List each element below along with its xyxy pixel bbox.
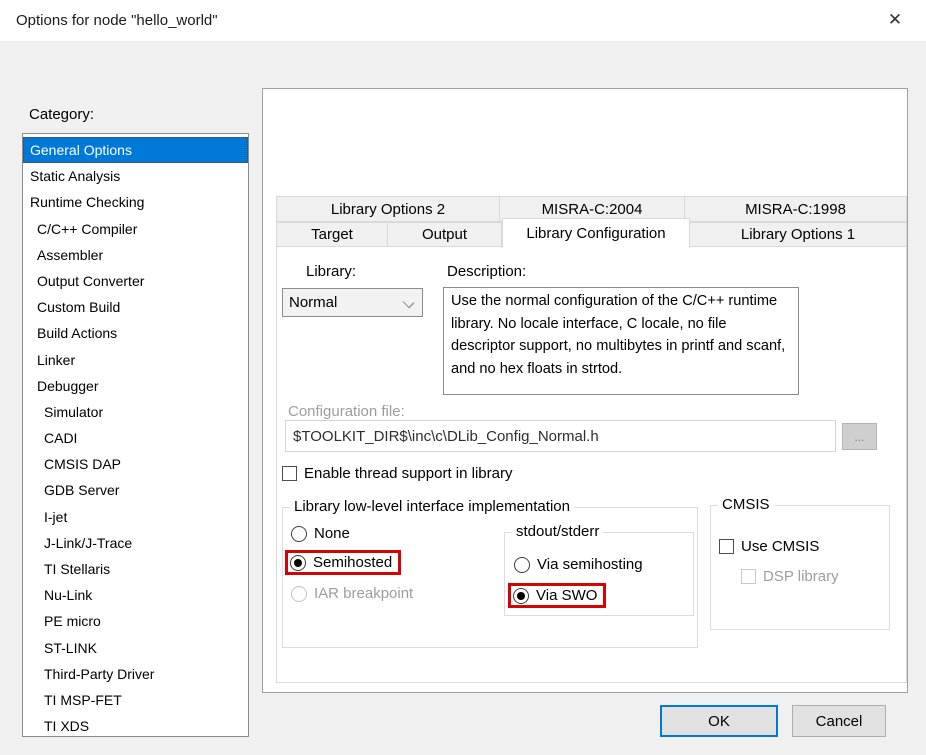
category-list: General OptionsStatic AnalysisRuntime Ch… [22,133,249,737]
category-item[interactable]: C/C++ Compiler [23,216,248,242]
radio-icon [514,557,530,573]
checkbox-icon [741,569,756,584]
category-item[interactable]: Simulator [23,399,248,425]
use-cmsis-label: Use CMSIS [741,538,819,555]
category-item[interactable]: PE micro [23,608,248,634]
category-item[interactable]: Build Actions [23,320,248,346]
radio-label: IAR breakpoint [314,585,413,602]
stdout-group-title: stdout/stderr [512,523,603,540]
thread-support-label: Enable thread support in library [304,465,512,482]
category-item[interactable]: ST-LINK [23,635,248,661]
checkbox-icon [282,466,297,481]
library-select[interactable]: Normal [282,288,423,317]
thread-support-checkbox[interactable]: Enable thread support in library [282,465,512,482]
title-bar: Options for node "hello_world" ✕ [0,0,926,42]
category-item[interactable]: J-Link/J-Trace [23,530,248,556]
description-label: Description: [447,263,526,280]
library-label: Library: [306,263,356,280]
category-item[interactable]: Linker [23,347,248,373]
category-item[interactable]: Debugger [23,373,248,399]
category-item[interactable]: Output Converter [23,268,248,294]
dsp-library-label: DSP library [763,568,839,585]
radio-label: Via SWO [536,587,597,604]
tab-output[interactable]: Output [388,222,502,247]
chevron-down-icon [403,297,414,308]
radio-iar-breakpoint: IAR breakpoint [291,585,413,602]
radio-icon [290,555,306,571]
library-select-value: Normal [289,294,337,311]
checkbox-icon [719,539,734,554]
radio-icon [513,588,529,604]
category-item[interactable]: TI XDS [23,713,248,737]
category-item[interactable]: CADI [23,425,248,451]
category-item[interactable]: TI Stellaris [23,556,248,582]
tab-library-options-2[interactable]: Library Options 2 [276,196,500,222]
cmsis-group-title: CMSIS [718,496,774,513]
category-item[interactable]: GDB Server [23,477,248,503]
radio-none[interactable]: None [291,525,350,542]
category-item[interactable]: I-jet [23,504,248,530]
radio-label: Semihosted [313,554,392,571]
tab-library-configuration[interactable]: Library Configuration [502,218,690,248]
radio-via-swo[interactable]: Via SWO [508,583,606,608]
tab-misra-c-1998[interactable]: MISRA-C:1998 [685,196,907,222]
options-dialog: { "window": { "title": "Options for node… [0,0,926,755]
category-item[interactable]: Custom Build [23,294,248,320]
category-item[interactable]: Nu-Link [23,582,248,608]
radio-label: Via semihosting [537,556,643,573]
stdout-groupbox: stdout/stderr Via semihostingVia SWO [504,532,694,616]
tab-target[interactable]: Target [276,222,388,247]
ok-button[interactable]: OK [660,705,778,737]
category-item[interactable]: Runtime Checking [23,189,248,215]
description-box: Use the normal configuration of the C/C+… [443,287,799,395]
lowlevel-group-title: Library low-level interface implementati… [290,498,574,515]
config-file-field: $TOOLKIT_DIR$\inc\c\DLib_Config_Normal.h [285,420,836,452]
category-item[interactable]: CMSIS DAP [23,451,248,477]
cancel-button[interactable]: Cancel [792,705,886,737]
config-file-label: Configuration file: [288,403,405,420]
category-item[interactable]: TI MSP-FET [23,687,248,713]
use-cmsis-checkbox[interactable]: Use CMSIS [719,538,819,555]
lowlevel-groupbox: Library low-level interface implementati… [282,507,698,648]
tab-row-2: TargetOutputLibrary ConfigurationLibrary… [276,222,907,247]
category-item[interactable]: General Options [23,137,248,163]
category-item[interactable]: Assembler [23,242,248,268]
radio-icon [291,526,307,542]
category-item[interactable]: Static Analysis [23,163,248,189]
dsp-library-checkbox: DSP library [741,568,839,585]
radio-label: None [314,525,350,542]
category-item[interactable]: Third-Party Driver [23,661,248,687]
close-icon[interactable]: ✕ [878,6,912,34]
radio-semihosted[interactable]: Semihosted [285,550,401,575]
radio-icon [291,586,307,602]
browse-button: ... [842,423,877,450]
cmsis-groupbox: CMSIS Use CMSIS DSP library [710,505,890,630]
config-file-value: $TOOLKIT_DIR$\inc\c\DLib_Config_Normal.h [293,428,599,445]
window-title: Options for node "hello_world" [16,12,218,29]
category-label: Category: [29,106,94,123]
tab-library-options-1[interactable]: Library Options 1 [690,222,907,247]
radio-via-semihosting[interactable]: Via semihosting [514,556,643,573]
